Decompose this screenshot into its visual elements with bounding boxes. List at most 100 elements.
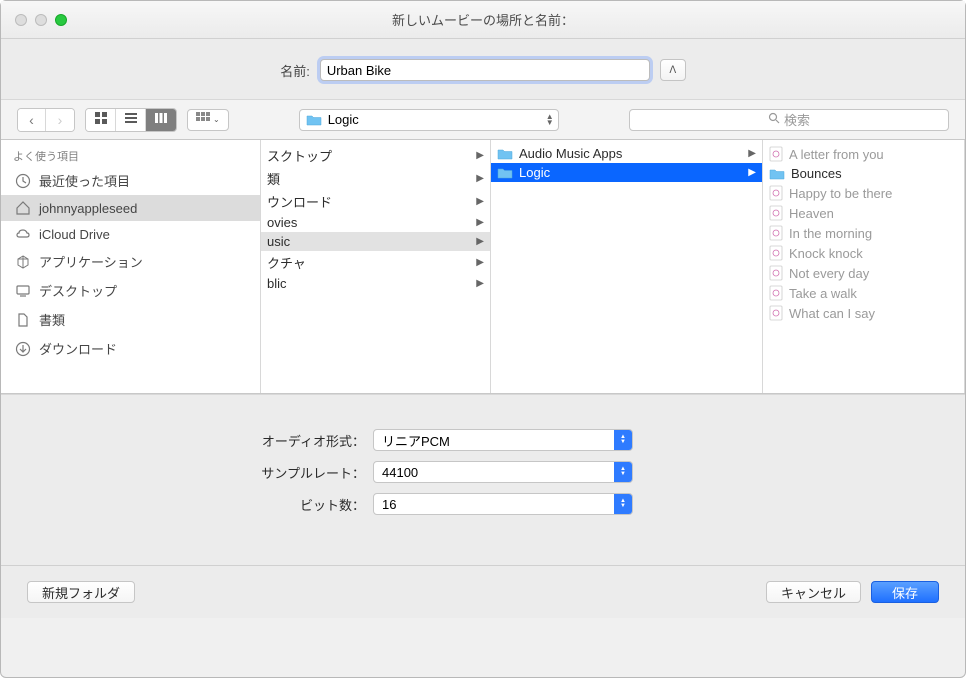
- column-3: A letter from you Bounces Happy to be ther…: [763, 140, 965, 393]
- audio-file-icon: [769, 305, 783, 321]
- audio-file-icon: [769, 265, 783, 281]
- titlebar: 新しいムービーの場所と名前：: [1, 1, 965, 39]
- list-item[interactable]: Happy to be there: [763, 183, 964, 203]
- sample-rate-select[interactable]: 44100 ▲▼: [373, 461, 633, 483]
- desktop-icon: [15, 283, 31, 299]
- item-label: What can I say: [789, 306, 875, 321]
- app-icon: [15, 254, 31, 270]
- item-label: Logic: [519, 165, 550, 180]
- search-input[interactable]: 検索: [629, 109, 949, 131]
- back-button[interactable]: ‹: [18, 109, 46, 131]
- list-item[interactable]: Bounces: [763, 164, 964, 183]
- folder-icon: [497, 147, 513, 161]
- item-label: blic: [267, 276, 287, 291]
- item-label: クチャ: [267, 253, 306, 272]
- path-popup[interactable]: Logic ▲▼: [299, 109, 559, 131]
- item-label: Not every day: [789, 266, 869, 281]
- sidebar-item-label: iCloud Drive: [39, 227, 110, 242]
- name-input[interactable]: [320, 59, 650, 81]
- list-item[interactable]: What can I say: [763, 303, 964, 323]
- forward-button[interactable]: ›: [46, 109, 74, 131]
- sidebar-item-download[interactable]: ダウンロード: [1, 334, 260, 363]
- chevron-right-icon: ▶: [476, 278, 484, 289]
- audio-format-label: オーディオ形式：: [65, 431, 365, 450]
- sidebar-item-label: アプリケーション: [39, 252, 143, 271]
- icon-view-button[interactable]: [86, 109, 116, 131]
- item-label: In the morning: [789, 226, 872, 241]
- toolbar: ‹ › ⌄ Logic ▲▼ 検索: [1, 100, 965, 140]
- column-view-button[interactable]: [146, 109, 176, 131]
- settings-panel: オーディオ形式： リニアPCM ▲▼ サンプルレート： 44100 ▲▼ ビット…: [1, 394, 965, 566]
- chevron-right-icon: ▶: [476, 150, 484, 161]
- sample-rate-value: 44100: [382, 465, 418, 480]
- item-label: Audio Music Apps: [519, 146, 622, 161]
- footer: 新規フォルダ キャンセル 保存: [1, 566, 965, 618]
- sidebar: よく使う項目 最近使った項目johnnyappleseediCloud Driv…: [1, 140, 261, 393]
- sidebar-item-clock[interactable]: 最近使った項目: [1, 166, 260, 195]
- list-item[interactable]: Heaven: [763, 203, 964, 223]
- list-item[interactable]: usic▶: [261, 232, 490, 251]
- sidebar-item-doc[interactable]: 書類: [1, 305, 260, 334]
- group-icon: [196, 112, 210, 127]
- sidebar-item-label: デスクトップ: [39, 281, 117, 300]
- list-item[interactable]: blic ▶: [261, 274, 490, 293]
- chevron-down-icon: ⌄: [213, 115, 220, 124]
- list-view-button[interactable]: [116, 109, 146, 131]
- chevron-right-icon: ›: [58, 112, 63, 128]
- file-browser: よく使う項目 最近使った項目johnnyappleseediCloud Driv…: [1, 140, 965, 394]
- column-1: スクトップ▶類▶ウンロード▶ovies▶usic▶クチャ▶blic▶: [261, 140, 491, 393]
- save-button[interactable]: 保存: [871, 581, 939, 603]
- item-label: ウンロード: [267, 192, 332, 211]
- list-item[interactable]: Not every day: [763, 263, 964, 283]
- columns-icon: [154, 111, 168, 128]
- bit-depth-select[interactable]: 16 ▲▼: [373, 493, 633, 515]
- updown-icon: ▲▼: [614, 430, 632, 450]
- sidebar-item-label: johnnyappleseed: [39, 201, 137, 216]
- new-folder-button[interactable]: 新規フォルダ: [27, 581, 135, 603]
- list-item[interactable]: Take a walk: [763, 283, 964, 303]
- name-row: 名前: ᐱ: [1, 39, 965, 100]
- bit-depth-label: ビット数：: [65, 495, 365, 514]
- item-label: Heaven: [789, 206, 834, 221]
- list-item[interactable]: クチャ▶: [261, 251, 490, 274]
- audio-file-icon: [769, 185, 783, 201]
- list-item[interactable]: ウンロード▶: [261, 190, 490, 213]
- save-dialog: 新しいムービーの場所と名前： 名前: ᐱ ‹ › ⌄: [0, 0, 966, 678]
- sidebar-item-home[interactable]: johnnyappleseed: [1, 195, 260, 221]
- chevron-right-icon: ▶: [748, 148, 756, 159]
- list-item[interactable]: ovies▶: [261, 213, 490, 232]
- folder-icon: [306, 113, 322, 127]
- list-item[interactable]: A letter from you: [763, 144, 964, 164]
- updown-icon: ▲▼: [614, 494, 632, 514]
- list-item[interactable]: Audio Music Apps ▶: [491, 144, 762, 163]
- item-label: ovies: [267, 215, 297, 230]
- list-item[interactable]: Logic▶: [491, 163, 762, 182]
- folder-icon: [497, 166, 513, 180]
- cloud-icon: [15, 226, 31, 242]
- clock-icon: [15, 173, 31, 189]
- audio-format-select[interactable]: リニアPCM ▲▼: [373, 429, 633, 451]
- group-button[interactable]: ⌄: [187, 109, 229, 131]
- list-item[interactable]: 類▶: [261, 167, 490, 190]
- updown-icon: ▲▼: [614, 462, 632, 482]
- item-label: Knock knock: [789, 246, 863, 261]
- item-label: Bounces: [791, 166, 842, 181]
- name-label: 名前:: [280, 61, 310, 80]
- sidebar-item-app[interactable]: アプリケーション: [1, 247, 260, 276]
- audio-file-icon: [769, 285, 783, 301]
- bit-depth-value: 16: [382, 497, 396, 512]
- collapse-button[interactable]: ᐱ: [660, 59, 686, 81]
- list-item[interactable]: In the morning: [763, 223, 964, 243]
- path-label: Logic: [328, 112, 359, 127]
- list-item[interactable]: Knock knock: [763, 243, 964, 263]
- audio-file-icon: [769, 245, 783, 261]
- audio-file-icon: [769, 146, 783, 162]
- cancel-button[interactable]: キャンセル: [766, 581, 861, 603]
- sidebar-item-cloud[interactable]: iCloud Drive: [1, 221, 260, 247]
- home-icon: [15, 200, 31, 216]
- sidebar-item-label: 書類: [39, 310, 65, 329]
- nav-segment: ‹ ›: [17, 108, 75, 132]
- list-item[interactable]: スクトップ▶: [261, 144, 490, 167]
- chevron-left-icon: ‹: [29, 112, 34, 128]
- sidebar-item-desktop[interactable]: デスクトップ: [1, 276, 260, 305]
